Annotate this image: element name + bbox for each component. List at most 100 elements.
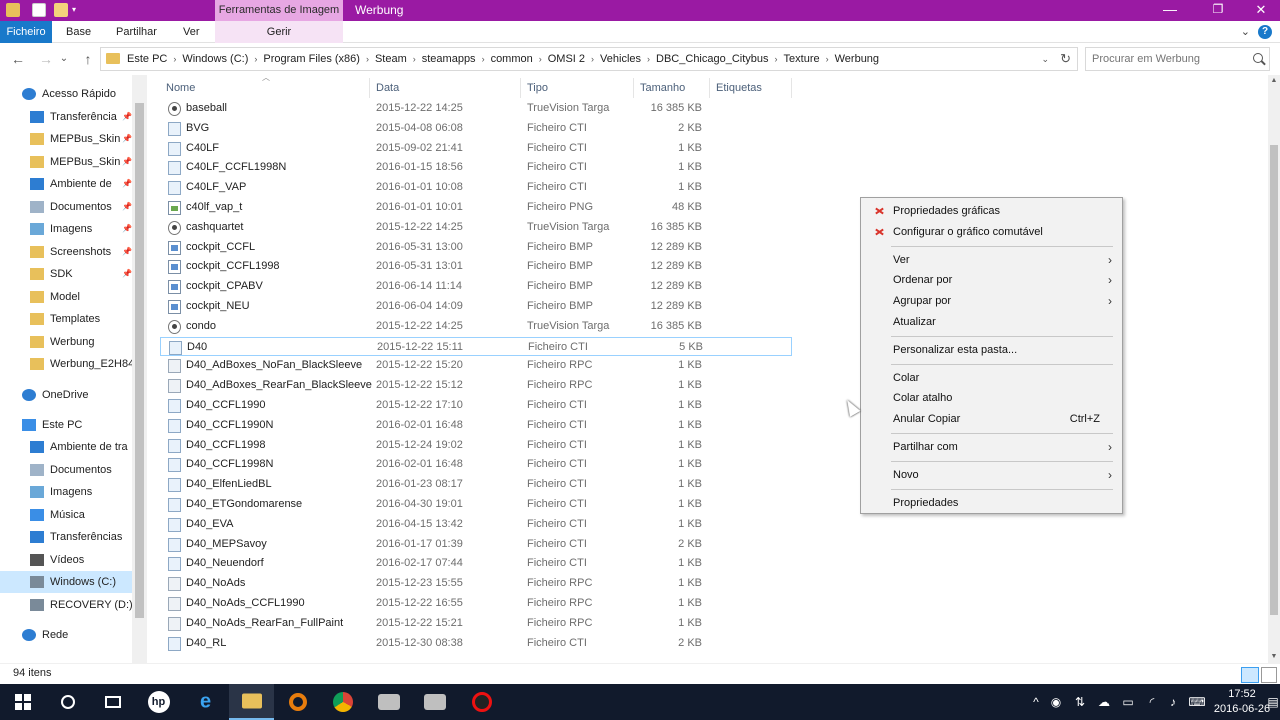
file-row[interactable]: condo 2015-12-22 14:25 TrueVision Targa 16 … — [160, 317, 792, 337]
file-row[interactable]: cockpit_NEU 2016-06-04 14:09 Ficheiro BMP 1… — [160, 297, 792, 317]
file-row[interactable]: D40_ElfenLiedBL 2016-01-23 08:17 Ficheiro … — [160, 475, 792, 495]
file-row[interactable]: D40_RL 2015-12-30 08:38 Ficheiro CTI 2 KB — [160, 634, 792, 654]
tab-home[interactable]: Base — [66, 21, 91, 43]
file-row[interactable]: D40_NoAds 2015-12-23 15:55 Ficheiro RPC 1 K… — [160, 574, 792, 594]
taskbar-app-blender[interactable] — [275, 684, 320, 720]
properties-icon[interactable] — [32, 3, 46, 17]
ribbon-expand-icon[interactable]: ⌄ — [1241, 25, 1250, 38]
breadcrumb-item[interactable]: Program Files (x86) — [263, 53, 360, 65]
file-row[interactable]: D40_NoAds_RearFan_FullPaint 2015-12-22 15… — [160, 614, 792, 634]
breadcrumb-item[interactable]: Texture — [784, 53, 820, 65]
scrollbar-thumb[interactable] — [1270, 145, 1278, 615]
volume-icon[interactable]: ♪ — [1165, 684, 1181, 720]
restore-button[interactable]: ❐ — [1199, 0, 1237, 21]
keyboard-icon[interactable]: ⌨ — [1188, 684, 1206, 720]
tab-share[interactable]: Partilhar — [116, 21, 157, 43]
taskbar-app-omsi-2[interactable] — [412, 684, 457, 720]
taskbar-search-button[interactable] — [45, 684, 90, 720]
tab-view[interactable]: Ver — [183, 21, 200, 43]
breadcrumb-item[interactable]: OMSI 2 — [548, 53, 585, 65]
file-row[interactable]: D40_CCFL1990N 2016-02-01 16:48 Ficheiro CT… — [160, 416, 792, 436]
scroll-up-icon[interactable]: ▲ — [1268, 75, 1280, 87]
column-size[interactable]: Tamanho — [634, 78, 710, 98]
file-row[interactable]: D40_EVA 2016-04-15 13:42 Ficheiro CTI 1 KB — [160, 515, 792, 535]
large-icons-view-button[interactable] — [1261, 667, 1277, 683]
navigation-pane-scrollbar[interactable] — [132, 75, 147, 665]
file-row[interactable]: cockpit_CCFL1998 2016-05-31 13:01 Ficheiro… — [160, 257, 792, 277]
wifi-icon[interactable]: ◜ — [1144, 684, 1160, 720]
notifications-icon[interactable]: ▤ — [1266, 684, 1280, 720]
file-row[interactable]: cashquartet 2015-12-22 14:25 TrueVision Ta… — [160, 218, 792, 238]
file-row[interactable]: D40_ETGondomarense 2016-04-30 19:01 Fichei… — [160, 495, 792, 515]
folder-icon[interactable] — [6, 3, 20, 17]
menu-item-atualizar[interactable]: Atualizar — [863, 312, 1120, 332]
scrollbar-thumb[interactable] — [135, 103, 144, 618]
menu-item-agrupar-por[interactable]: Agrupar por › — [863, 291, 1120, 311]
battery-icon[interactable]: ▭ — [1120, 684, 1136, 720]
taskbar-app-chrome[interactable] — [320, 684, 365, 720]
up-button[interactable]: ↑ — [78, 49, 98, 69]
address-dropdown-icon[interactable]: ⌄ — [1041, 48, 1049, 70]
breadcrumb-item[interactable]: Este PC — [127, 53, 167, 65]
forward-button[interactable]: → — [36, 49, 56, 69]
customize-quick-access-icon[interactable]: ▾ — [72, 3, 82, 17]
breadcrumb-separator-icon[interactable]: › — [775, 54, 778, 64]
taskbar-app-file-explorer[interactable] — [229, 684, 274, 720]
file-row[interactable]: D40_AdBoxes_NoFan_BlackSleeve 2015-12-22 … — [160, 356, 792, 376]
file-row[interactable]: D40_CCFL1998 2015-12-24 19:02 Ficheiro CTI… — [160, 436, 792, 456]
breadcrumb-item[interactable]: DBC_Chicago_Citybus — [656, 53, 769, 65]
task-view-button[interactable] — [90, 684, 135, 720]
close-button[interactable]: ✕ — [1242, 0, 1280, 21]
file-row[interactable]: c40lf_vap_t 2016-01-01 10:01 Ficheiro PNG 4… — [160, 198, 792, 218]
file-row[interactable]: C40LF_VAP 2016-01-01 10:08 Ficheiro CTI 1 K… — [160, 178, 792, 198]
file-row[interactable]: C40LF 2015-09-02 21:41 Ficheiro CTI 1 KB — [160, 139, 792, 159]
file-row[interactable]: D40_CCFL1990 2015-12-22 17:10 Ficheiro CTI… — [160, 396, 792, 416]
menu-item-partilhar-com[interactable]: Partilhar com › — [863, 437, 1120, 457]
breadcrumb-separator-icon[interactable]: › — [482, 54, 485, 64]
address-bar[interactable]: Este PC › Windows (C:) › Program Files (x86)… — [100, 47, 1078, 71]
file-row[interactable]: D40_AdBoxes_RearFan_BlackSleeve 2015-12-2… — [160, 376, 792, 396]
minimize-button[interactable]: — — [1151, 0, 1189, 21]
column-type[interactable]: Tipo — [521, 78, 634, 98]
breadcrumb-item[interactable]: Steam — [375, 53, 407, 65]
file-row[interactable]: baseball 2015-12-22 14:25 TrueVision Targa… — [160, 99, 792, 119]
file-list-scrollbar[interactable]: ▲ ▼ — [1268, 75, 1280, 663]
breadcrumb-separator-icon[interactable]: › — [591, 54, 594, 64]
search-box[interactable] — [1085, 47, 1270, 71]
taskbar-app-hp[interactable]: hp — [136, 684, 181, 720]
details-view-button[interactable] — [1241, 667, 1259, 683]
network-share-tray-icon[interactable]: ⇅ — [1072, 684, 1088, 720]
scroll-down-icon[interactable]: ▼ — [1268, 651, 1280, 663]
tab-file[interactable]: Ficheiro — [0, 21, 52, 43]
menu-item-colar-atalho[interactable]: Colar atalho — [863, 388, 1120, 408]
column-date[interactable]: Data — [370, 78, 521, 98]
show-hidden-icons-icon[interactable]: ^ — [1028, 684, 1044, 720]
menu-item-ver[interactable]: Ver › — [863, 250, 1120, 270]
start-button[interactable] — [0, 684, 45, 720]
breadcrumb-item[interactable]: common — [491, 53, 533, 65]
menu-item-propriedades-graficas[interactable]: Propriedades gráficas — [863, 201, 1120, 221]
new-folder-icon[interactable] — [54, 3, 68, 17]
column-tags[interactable]: Etiquetas — [710, 78, 792, 98]
taskbar-app-edge[interactable]: e — [183, 684, 228, 720]
breadcrumb-separator-icon[interactable]: › — [826, 54, 829, 64]
breadcrumb-separator-icon[interactable]: › — [539, 54, 542, 64]
menu-item-novo[interactable]: Novo › — [863, 465, 1120, 485]
column-name[interactable]: Nome — [160, 78, 370, 98]
tab-manage[interactable]: Gerir — [215, 21, 343, 43]
breadcrumb-separator-icon[interactable]: › — [647, 54, 650, 64]
menu-item-anular-copiar[interactable]: Anular Copiar Ctrl+Z — [863, 409, 1120, 429]
menu-item-personalizar-esta-pasta[interactable]: Personalizar esta pasta... — [863, 340, 1120, 360]
file-row[interactable]: C40LF_CCFL1998N 2016-01-15 18:56 Ficheiro … — [160, 158, 792, 178]
file-row[interactable]: D40_CCFL1998N 2016-02-01 16:48 Ficheiro CT… — [160, 455, 792, 475]
menu-item-configurar-o-grafico-comutavel[interactable]: Configurar o gráfico comutável — [863, 222, 1120, 242]
file-row[interactable]: D40_MEPSavoy 2016-01-17 01:39 Ficheiro CTI… — [160, 535, 792, 555]
nav-item-drive[interactable]: Windows (C:) — [0, 571, 132, 593]
refresh-icon[interactable]: ↻ — [1060, 48, 1071, 70]
breadcrumb-separator-icon[interactable]: › — [366, 54, 369, 64]
file-row[interactable]: BVG 2015-04-08 06:08 Ficheiro CTI 2 KB — [160, 119, 792, 139]
breadcrumb-item[interactable]: steamapps — [422, 53, 476, 65]
breadcrumb-separator-icon[interactable]: › — [254, 54, 257, 64]
file-row[interactable]: D40 2015-12-22 15:11 Ficheiro CTI 5 KB — [160, 336, 792, 357]
taskbar-app-recorder[interactable] — [459, 684, 504, 720]
